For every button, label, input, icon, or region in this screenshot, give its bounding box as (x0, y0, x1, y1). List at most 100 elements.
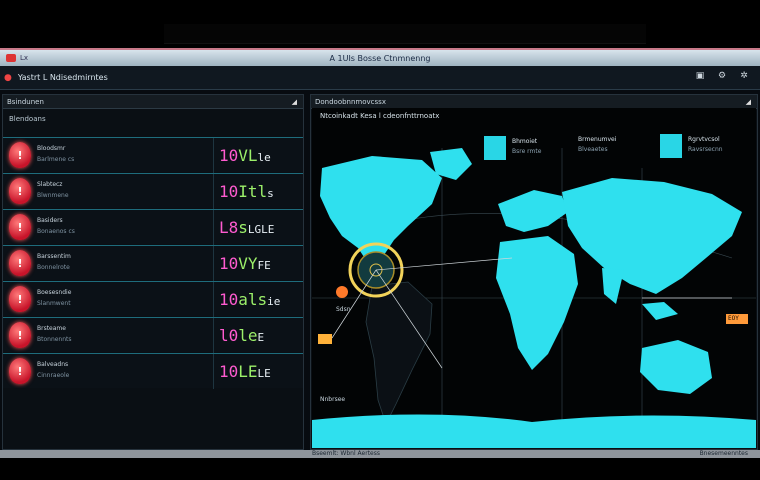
alerts-panel-header: Bsindunen ◢ (3, 95, 303, 109)
alert-subtitle: Bonnelrote (37, 264, 70, 271)
world-map-graphic (312, 148, 756, 448)
world-map[interactable]: Ntcoinkadt Kesa l cdeonfnttrnoatx Bhmoie… (312, 108, 756, 448)
alert-value-a: 10 (219, 146, 239, 165)
alert-value: 10VLle (219, 146, 271, 165)
status-footer: Bseemlt: Wbnl Aertess Bnesemeenntes (0, 450, 760, 480)
alerts-panel-title: Bsindunen (7, 98, 44, 106)
alerts-subtitle: Blendoans (9, 115, 46, 123)
continent-north-america (320, 156, 442, 266)
alert-subtitle: Bonaenos cs (37, 228, 75, 235)
collapse-icon[interactable]: ◢ (292, 95, 297, 109)
marker-tag-left[interactable] (318, 334, 332, 344)
coordinate-readout: EOY (728, 315, 739, 322)
alert-value-b: Itl (238, 182, 268, 201)
alert-value-c: ie (267, 295, 281, 308)
continent-australia (640, 340, 712, 394)
window-titlebar[interactable]: Lx A 1UIs Bosse Ctnmnenng (0, 50, 760, 66)
alert-title: Balveadns (37, 361, 69, 368)
alert-value-b: VY (238, 254, 258, 273)
window-title: A 1UIs Bosse Ctnmnenng (329, 53, 431, 63)
alert-value: 10alsie (219, 290, 280, 309)
window-icon[interactable]: ▣ (694, 71, 706, 81)
alert-value-a: 10 (219, 362, 239, 381)
alert-badge-icon: ! (9, 250, 31, 276)
alert-badge-icon: ! (9, 178, 31, 204)
alert-value-c: LE (257, 367, 271, 380)
alert-subtitle: Btonnennts (37, 336, 72, 343)
alert-title: Slabtecz (37, 181, 63, 188)
alert-row[interactable]: ! Bloodsmr Barlmene cs 10VLle (3, 137, 303, 173)
monitor-bezel-bar (164, 24, 646, 44)
alert-subtitle: Slanmwent (37, 300, 71, 307)
alert-value-c: E (257, 331, 265, 344)
alert-badge-icon: ! (9, 286, 31, 312)
status-text-right: Bnesemeenntes (699, 450, 748, 457)
alert-row[interactable]: ! Basiders Bonaenos cs L8sLGLE (3, 209, 303, 245)
alert-row[interactable]: ! Slabtecz Blwnmene 10Itls (3, 173, 303, 209)
alert-value-b: VL (238, 146, 258, 165)
settings-icon[interactable]: ⚙ (716, 71, 728, 81)
alert-value-b: le (238, 326, 258, 345)
alert-subtitle: Blwnmene (37, 192, 69, 199)
continent-india (602, 268, 624, 304)
alert-value-b: LE (238, 362, 258, 381)
alert-value-b: s (238, 218, 248, 237)
alert-divider (213, 210, 214, 245)
app-header: ● Yastrt L Ndisedmirntes ▣ ⚙ ✲ (0, 66, 760, 90)
header-status-icon: ● (4, 72, 12, 83)
alert-value-c: le (257, 151, 271, 164)
alert-title: Brsteame (37, 325, 66, 332)
alert-value-a: 10 (219, 254, 239, 273)
gear-icon[interactable]: ✲ (738, 71, 750, 81)
alert-badge-icon: ! (9, 322, 31, 348)
continent-antarctica (312, 414, 756, 448)
alert-badge-icon: ! (9, 142, 31, 168)
monitor-bottom-bezel (0, 458, 760, 480)
alert-divider (213, 138, 214, 173)
map-panel-title: Dondoobnnmovcssx (315, 98, 386, 106)
continent-africa (496, 236, 578, 370)
alert-row[interactable]: ! Boesesndie Slanmwent 10alsie (3, 281, 303, 317)
alert-row[interactable]: ! Barssentim Bonnelrote 10VYFE (3, 245, 303, 281)
status-text: Bseemlt: Wbnl Aertess (312, 450, 380, 457)
alert-row[interactable]: ! Balveadns Cinnraeole 10LELE (3, 353, 303, 389)
alert-value-a: L8 (219, 218, 239, 237)
continent-europe (498, 190, 568, 232)
alert-divider (213, 246, 214, 281)
alert-badge-icon: ! (9, 358, 31, 384)
alert-row[interactable]: ! Brsteame Btonnennts l0leE (3, 317, 303, 353)
alerts-panel: Bsindunen ◢ Blendoans ! Bloodsmr Barlmen… (2, 94, 304, 450)
header-toolbar: ▣ ⚙ ✲ (694, 71, 750, 81)
alert-value-c: LGLE (247, 223, 275, 236)
marker-label: Sdsn (336, 306, 351, 313)
alert-divider (213, 354, 214, 389)
map-bottom-label: Nnbrsee (320, 396, 346, 403)
alert-divider (213, 282, 214, 317)
alert-divider (213, 318, 214, 353)
alert-value-b: als (238, 290, 268, 309)
alert-title: Barssentim (37, 253, 71, 260)
alert-title: Basiders (37, 217, 63, 224)
alert-divider (213, 174, 214, 209)
header-title: Yastrt L Ndisedmirntes (17, 73, 108, 82)
map-panel-header: Dondoobnnmovcssx ◢ (311, 95, 757, 109)
alert-subtitle: Barlmene cs (37, 156, 75, 163)
alert-value-c: s (267, 187, 274, 200)
alert-subtitle: Cinnraeole (37, 372, 70, 379)
continent-se-asia (642, 302, 678, 320)
alert-badge-icon: ! (9, 214, 31, 240)
alert-value: l0leE (219, 326, 264, 345)
alert-value: 10LELE (219, 362, 271, 381)
alert-value-a: l0 (219, 326, 239, 345)
alert-value: 10VYFE (219, 254, 271, 273)
continent-asia (562, 178, 742, 294)
alert-value-a: 10 (219, 182, 239, 201)
alert-value: L8sLGLE (219, 218, 274, 237)
alert-value: 10Itls (219, 182, 274, 201)
alert-title: Boesesndie (37, 289, 72, 296)
alert-value-a: 10 (219, 290, 239, 309)
collapse-icon[interactable]: ◢ (746, 95, 751, 109)
continent-south-america (365, 281, 433, 426)
alert-title: Bloodsmr (37, 145, 66, 152)
alert-value-c: FE (257, 259, 271, 272)
